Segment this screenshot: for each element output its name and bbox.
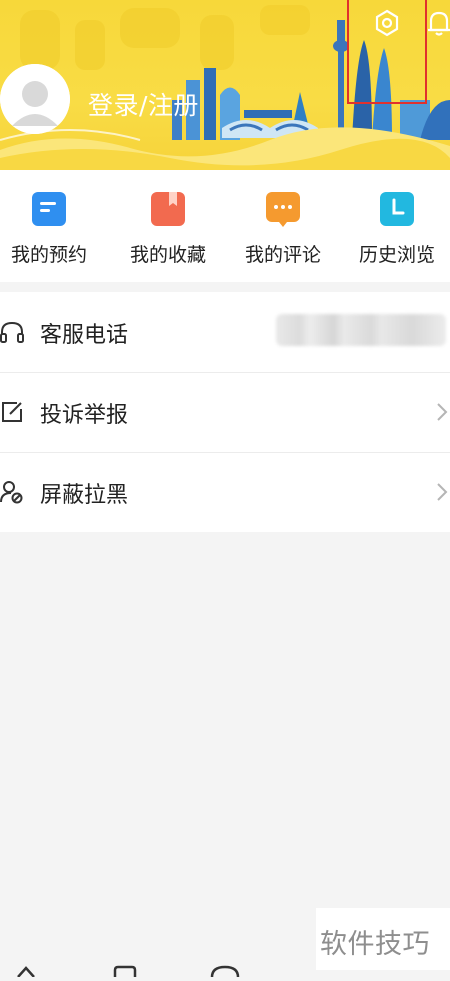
appointment-icon [32,192,66,226]
profile-header: 登录/注册 [0,0,450,170]
watermark: 软件技巧 [316,908,450,970]
bell-icon[interactable] [425,8,450,38]
favorite-icon [151,192,185,226]
block-list-row[interactable]: 屏蔽拉黑 [0,452,450,532]
my-appointments-button[interactable]: 我的预约 [0,170,104,282]
quick-action-label: 我的预约 [10,244,87,266]
chevron-right-icon [437,403,448,421]
quick-action-label: 我的收藏 [129,244,206,266]
comment-icon [266,192,300,227]
my-favorites-button[interactable]: 我的收藏 [113,170,223,282]
menu-label: 投诉举报 [40,403,129,428]
headset-icon [0,321,24,343]
tab-icons-partial [17,965,240,978]
quick-action-label: 我的评论 [244,244,321,266]
default-user-silhouette [0,64,70,134]
menu-label: 屏蔽拉黑 [40,483,129,508]
avatar-icon[interactable] [0,64,70,134]
settings-menu-list: 客服电话 投诉举报 屏蔽拉黑 [0,292,450,532]
blurred-phone-number [276,314,446,346]
customer-service-phone-row[interactable]: 客服电话 [0,292,450,373]
quick-action-label: 历史浏览 [358,244,435,266]
browsing-history-button[interactable]: 历史浏览 [342,170,450,282]
report-icon [2,402,22,422]
complaint-report-row[interactable]: 投诉举报 [0,372,450,453]
watermark-text: 软件技巧 [320,929,430,960]
block-user-icon [0,481,23,504]
history-icon [380,192,414,226]
chevron-right-icon [437,483,448,501]
menu-label: 客服电话 [40,323,129,348]
bottom-tab-bar [0,962,316,978]
settings-icon[interactable] [372,8,402,38]
quick-actions-bar: 我的预约 我的收藏 我的评论 历史浏览 [0,170,450,282]
my-comments-button[interactable]: 我的评论 [228,170,338,282]
login-register-link[interactable]: 登录/注册 [88,86,199,122]
